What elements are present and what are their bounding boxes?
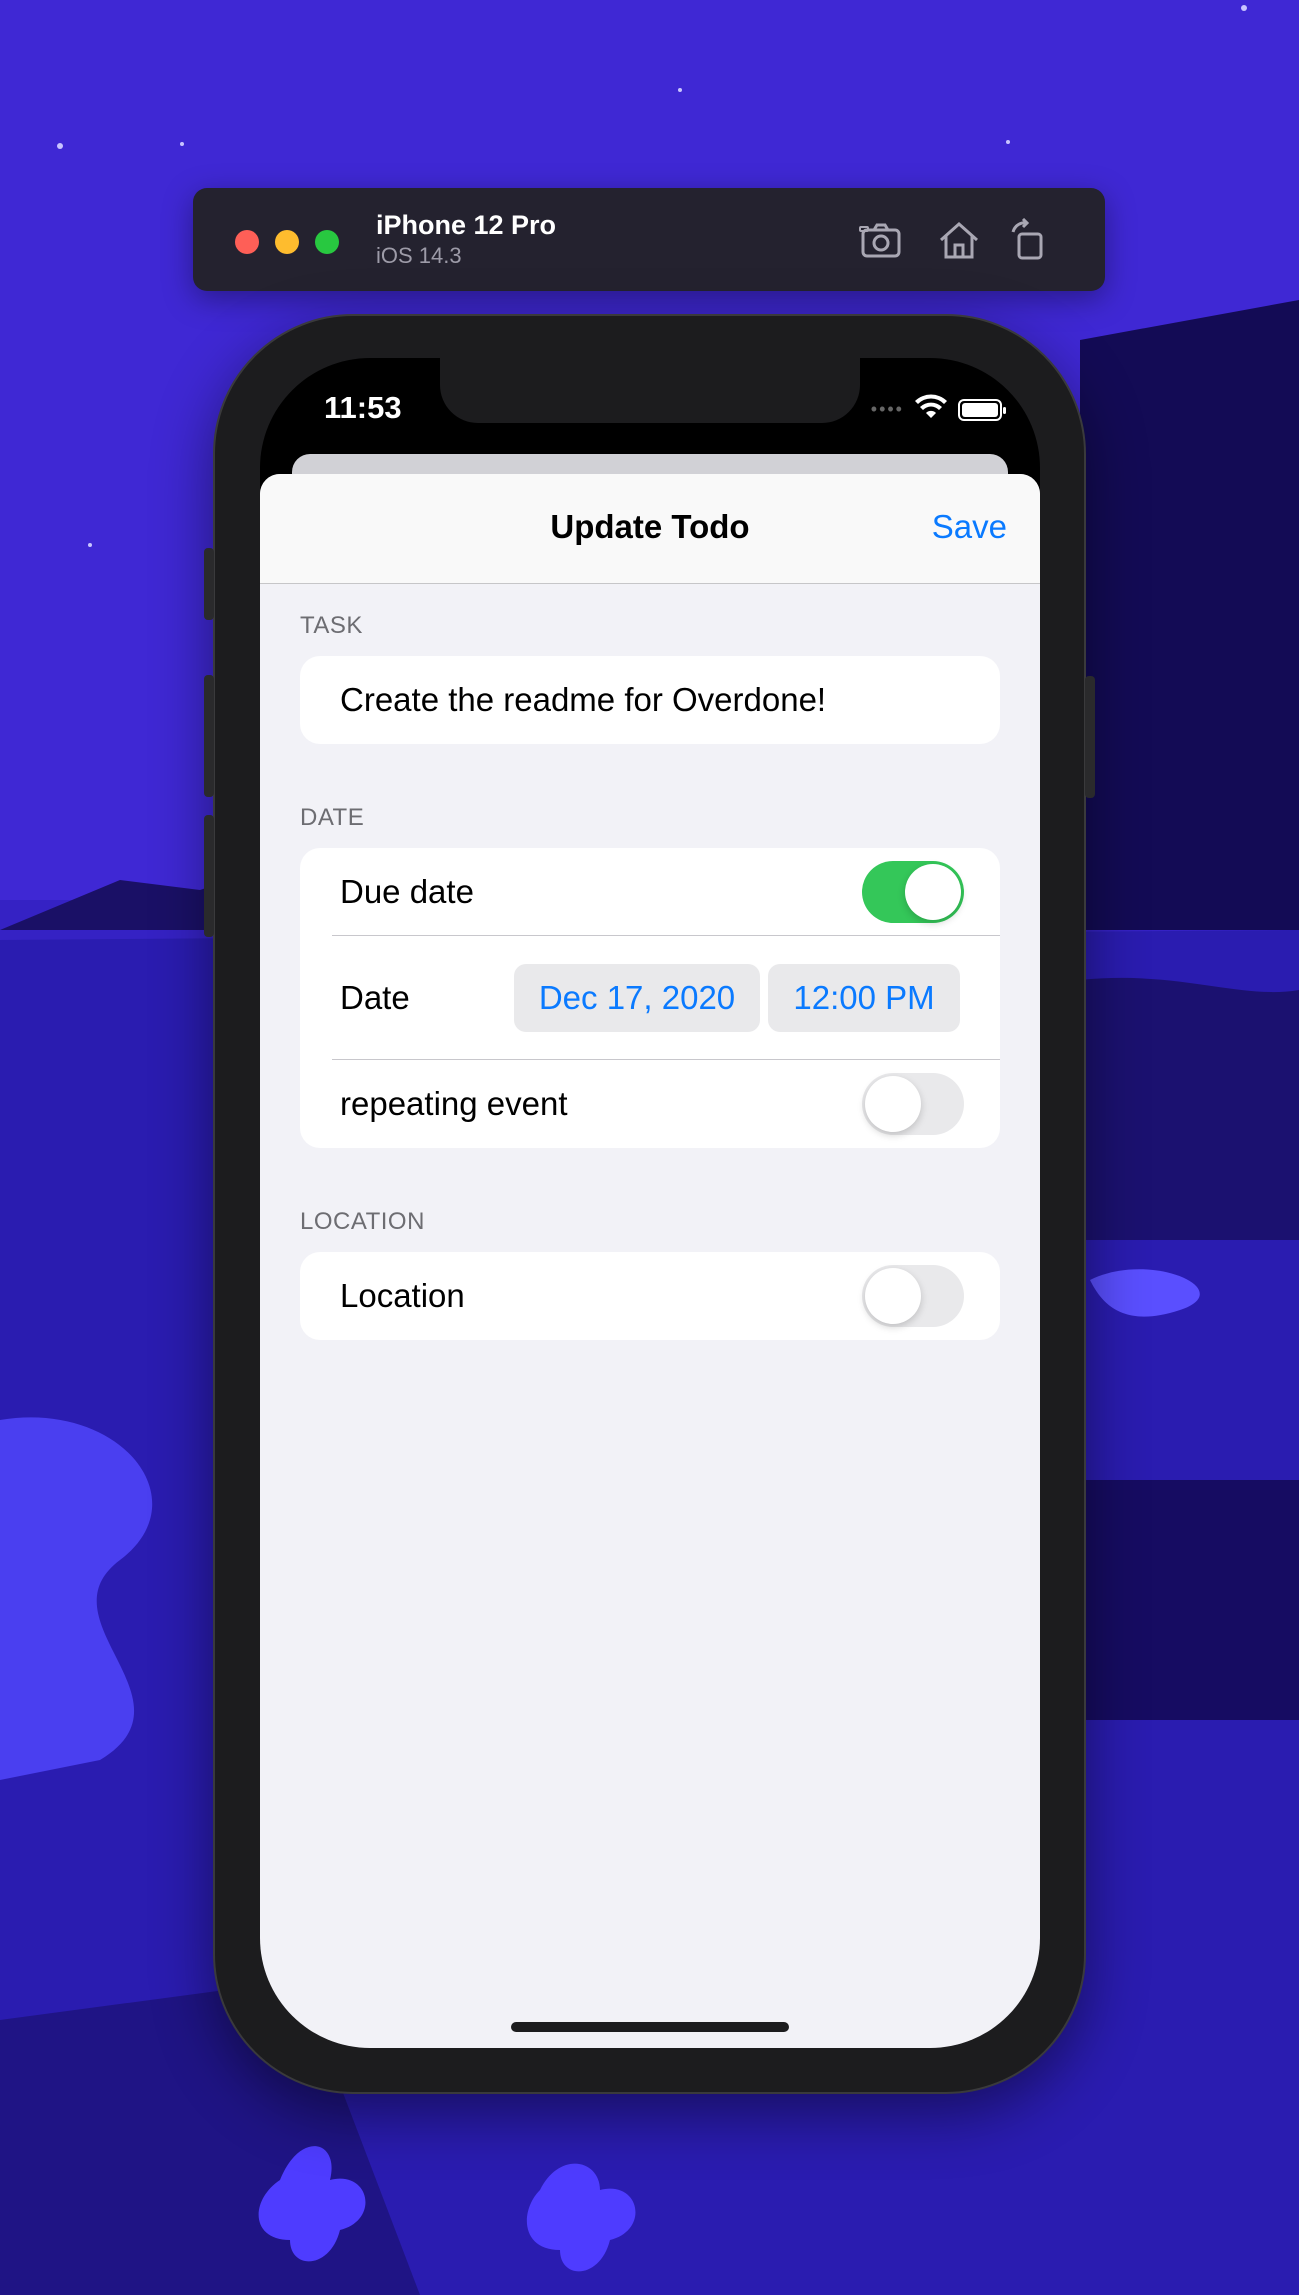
date-group: Due date Date Dec 17, 2020 12:00 PM repe…: [300, 848, 1000, 1148]
os-version: iOS 14.3: [376, 243, 462, 268]
repeating-event-label: repeating event: [340, 1085, 568, 1122]
location-row: Location: [300, 1252, 1000, 1340]
home-indicator[interactable]: [511, 2022, 789, 2032]
navigation-bar: Update Todo Save: [260, 474, 1040, 584]
due-date-toggle[interactable]: [862, 861, 964, 923]
minimize-window-button[interactable]: [275, 230, 299, 254]
time-picker-button[interactable]: 12:00 PM: [768, 964, 960, 1032]
screenshot-icon[interactable]: [858, 218, 906, 262]
signal-dots-icon: ••••: [870, 399, 904, 419]
device-name: iPhone 12 Pro: [376, 210, 557, 240]
toggle-knob: [905, 864, 961, 920]
section-header-location: LOCATION: [300, 1208, 425, 1235]
volume-down-button: [204, 815, 214, 937]
task-row[interactable]: Create the readme for Overdone!: [300, 656, 1000, 744]
due-date-label: Due date: [340, 873, 474, 910]
due-date-row: Due date: [300, 848, 1000, 936]
home-icon[interactable]: [935, 218, 983, 262]
toggle-knob: [865, 1076, 921, 1132]
mute-switch: [204, 548, 214, 620]
location-label: Location: [340, 1277, 465, 1314]
simulator-title-bar: iPhone 12 Pro iOS 14.3: [193, 188, 1105, 291]
repeating-event-row: repeating event: [300, 1060, 1000, 1148]
volume-up-button: [204, 675, 214, 797]
task-group: Create the readme for Overdone!: [300, 656, 1000, 744]
task-text-field[interactable]: Create the readme for Overdone!: [340, 656, 826, 744]
notch: [440, 358, 860, 423]
date-row: Date Dec 17, 2020 12:00 PM: [300, 936, 1000, 1060]
section-header-task: TASK: [300, 612, 363, 639]
toggle-knob: [865, 1268, 921, 1324]
status-time: 11:53: [324, 390, 402, 425]
update-todo-sheet: Update Todo Save TASK Create the readme …: [260, 474, 1040, 2048]
date-picker-button[interactable]: Dec 17, 2020: [514, 964, 760, 1032]
battery-icon: [958, 398, 1006, 421]
date-label: Date: [340, 979, 410, 1016]
location-toggle[interactable]: [862, 1265, 964, 1327]
zoom-window-button[interactable]: [315, 230, 339, 254]
phone-screen: 11:53 •••• Update Todo Save TASK Create …: [260, 358, 1040, 2048]
section-header-date: DATE: [300, 804, 365, 831]
repeating-event-toggle[interactable]: [862, 1073, 964, 1135]
wifi-icon: [914, 394, 948, 425]
save-button[interactable]: Save: [932, 508, 1007, 546]
status-icons: ••••: [870, 394, 1006, 425]
power-button: [1085, 676, 1095, 798]
close-window-button[interactable]: [235, 230, 259, 254]
location-group: Location: [300, 1252, 1000, 1340]
page-title: Update Todo: [550, 508, 750, 545]
rotate-icon[interactable]: [1005, 217, 1053, 262]
